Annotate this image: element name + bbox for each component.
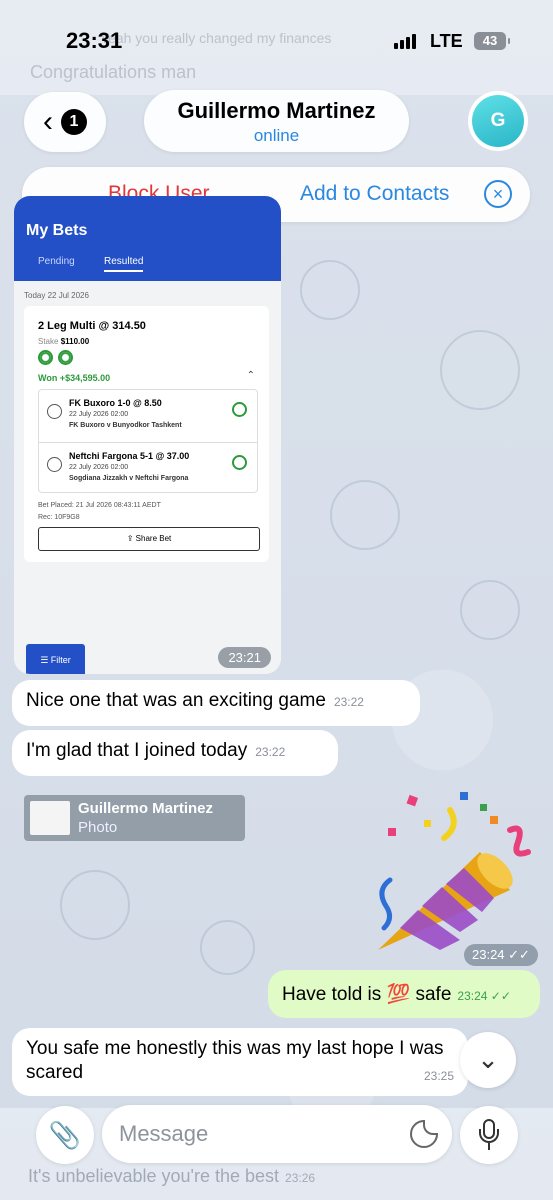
ghost-text: It's unbelievable you're the best — [28, 1166, 280, 1186]
message-time: 23:25 — [423, 1069, 454, 1083]
bet-placed: Bet Placed: 21 Jul 2026 08:43:11 AEDT — [38, 502, 161, 509]
message-text: Have told is 💯 safe — [282, 984, 452, 1005]
screenshot-title: My Bets — [26, 222, 88, 239]
bet-card: 2 Leg Multi @ 314.50 Stake $110.00 Won +… — [24, 306, 269, 562]
confetti — [480, 804, 487, 811]
message-time: 23:22 — [255, 745, 286, 759]
wallpaper-doodle — [200, 920, 255, 975]
confetti — [388, 828, 396, 836]
incoming-message[interactable]: Nice one that was an exciting game 23:22 — [12, 680, 420, 726]
screenshot-date: Today 22 Jul 2026 — [24, 291, 89, 300]
sticker-time: 23:24 — [472, 947, 505, 962]
close-icon[interactable]: × — [484, 180, 512, 208]
reply-sender: Guillermo Martinez — [78, 800, 214, 817]
chevron-up-icon: ⌃ — [246, 370, 255, 381]
faded-message: It's unbelievable you're the best 23:26 — [28, 1166, 315, 1187]
soccer-ball-icon — [47, 457, 62, 472]
microphone-stand — [479, 1129, 499, 1143]
share-bet-label: Share Bet — [135, 534, 172, 543]
ghost-text: Congratulations man — [30, 62, 197, 82]
soccer-ball-icon — [38, 350, 53, 365]
bet-won: Won +$34,595.00 — [38, 373, 111, 383]
outgoing-time: 23:24 — [457, 989, 488, 1003]
signal-icon — [394, 34, 416, 49]
wallpaper-doodle — [330, 480, 400, 550]
reply-preview[interactable]: Guillermo Martinez Photo — [24, 795, 245, 841]
bet-leg: FK Buxoro 1-0 @ 8.50 22 July 2026 02:00 … — [39, 390, 257, 442]
screenshot-tab-pending: Pending — [38, 256, 75, 267]
microphone-button[interactable] — [460, 1106, 518, 1164]
streamer — [441, 807, 457, 841]
chevron-left-icon: ‹ — [43, 105, 53, 138]
leg-title: Neftchi Fargona 5-1 @ 37.00 — [69, 451, 190, 461]
filter-label: Filter — [50, 655, 71, 665]
unread-count-badge: 1 — [61, 109, 87, 135]
reply-type: Photo — [78, 819, 118, 836]
message-time: 23:21 — [218, 647, 271, 668]
leg-date: 22 July 2026 02:00 — [69, 464, 129, 471]
battery-icon: 43 — [474, 32, 510, 50]
soccer-ball-icon — [58, 350, 73, 365]
soccer-ball-icon — [47, 404, 62, 419]
soccer-ball-icon — [232, 402, 247, 417]
message-time: 23:22 — [333, 695, 364, 709]
ghost-time: 23:26 — [285, 1171, 316, 1185]
back-button[interactable]: ‹ 1 — [24, 92, 106, 152]
bet-title: 2 Leg Multi @ 314.50 — [38, 320, 146, 332]
confetti — [424, 820, 431, 827]
leg-date: 22 July 2026 02:00 — [69, 411, 129, 418]
share-bet-button: ⇪ Share Bet — [38, 527, 260, 551]
betting-screenshot: My Bets Pending Resulted Today 22 Jul 20… — [14, 196, 281, 674]
bet-leg: Neftchi Fargona 5-1 @ 37.00 22 July 2026… — [39, 442, 257, 494]
party-popper-sticker[interactable] — [360, 780, 540, 960]
stake-value: $110.00 — [60, 337, 90, 346]
network-type: LTE — [430, 31, 463, 51]
message-text: You safe me honestly this was my last ho… — [26, 1038, 444, 1083]
avatar[interactable]: G — [468, 91, 528, 151]
wallpaper-doodle — [440, 330, 520, 410]
status-bar: 23:31 LTE 43 — [0, 28, 553, 58]
wallpaper-doodle — [460, 580, 520, 640]
paperclip-icon: 📎 — [48, 1120, 82, 1150]
outgoing-message[interactable]: Have told is 💯 safe 23:24 ✓✓ — [268, 970, 540, 1018]
sticker-icon[interactable] — [410, 1120, 438, 1148]
attach-button[interactable]: 📎 — [36, 1106, 94, 1164]
message-text: I'm glad that I joined today — [26, 740, 248, 761]
leg-match: FK Buxoro v Bunyodkor Tashkent — [69, 422, 182, 429]
message-text: Nice one that was an exciting game — [26, 690, 326, 711]
stake-label: Stake — [38, 337, 59, 346]
leg-title: FK Buxoro 1-0 @ 8.50 — [69, 398, 162, 408]
confetti — [406, 794, 419, 807]
message-time: 23:24 ✓✓ — [457, 989, 511, 1003]
add-to-contacts-button[interactable]: Add to Contacts — [300, 182, 449, 206]
chat-title[interactable]: Guillermo Martinez online — [144, 90, 409, 152]
filter-button: ☰ Filter — [26, 644, 85, 674]
message-time: 23:24 ✓✓ — [464, 944, 538, 966]
clock: 23:31 — [66, 28, 123, 53]
screenshot-tab-resulted: Resulted — [104, 256, 144, 272]
microphone-leg — [488, 1143, 490, 1150]
streamer — [379, 877, 393, 931]
wallpaper-doodle — [300, 260, 360, 320]
bet-legs: FK Buxoro 1-0 @ 8.50 22 July 2026 02:00 … — [38, 389, 258, 493]
bet-rec: Rec: 10F9G8 — [38, 514, 80, 521]
incoming-message[interactable]: You safe me honestly this was my last ho… — [12, 1028, 468, 1096]
chevron-down-icon: ⌄ — [477, 1044, 499, 1074]
contact-name: Guillermo Martinez — [177, 98, 376, 123]
reply-thumbnail — [30, 801, 70, 835]
photo-message[interactable]: My Bets Pending Resulted Today 22 Jul 20… — [14, 196, 281, 674]
bet-stake: Stake $110.00 — [38, 337, 89, 346]
confetti — [490, 816, 498, 824]
scroll-down-button[interactable]: ⌄ — [460, 1032, 516, 1088]
incoming-message[interactable]: I'm glad that I joined today 23:22 — [12, 730, 338, 776]
wallpaper-doodle — [60, 870, 130, 940]
screenshot-header: My Bets Pending Resulted — [14, 196, 281, 281]
confetti — [460, 792, 468, 800]
streamer — [507, 825, 531, 857]
message-input[interactable] — [102, 1105, 452, 1163]
contact-status: online — [253, 126, 300, 145]
soccer-ball-icon — [232, 455, 247, 470]
avatar-letter: G — [472, 95, 524, 147]
leg-match: Sogdiana Jizzakh v Neftchi Fargona — [69, 475, 189, 482]
